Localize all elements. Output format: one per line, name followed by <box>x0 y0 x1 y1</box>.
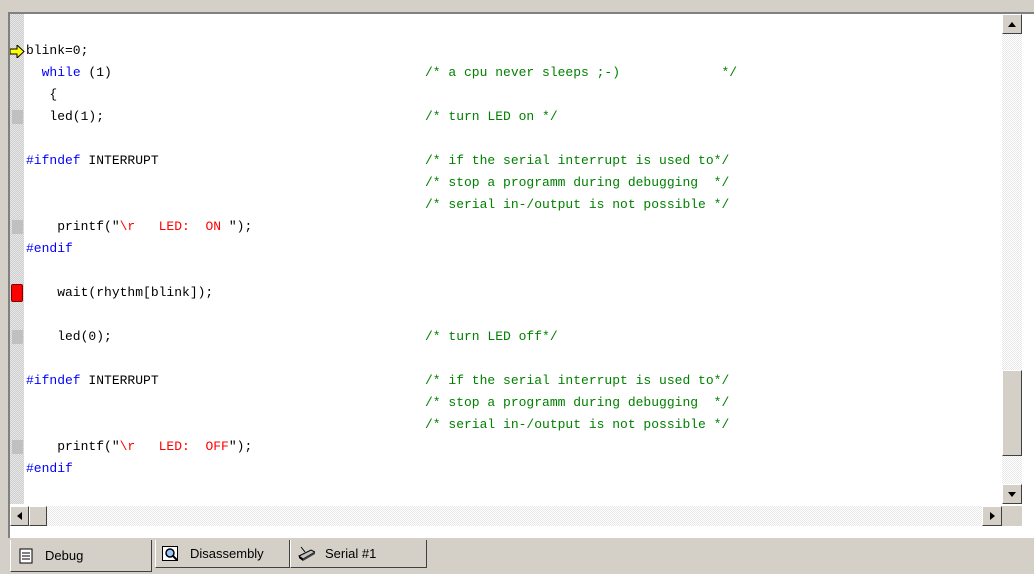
code-text: #endif <box>26 241 73 256</box>
editor-window: blink=0; while (1) /* a cpu never sleeps … <box>8 12 1034 538</box>
vertical-scrollbar[interactable] <box>1002 14 1022 504</box>
scroll-down-button[interactable] <box>1002 484 1022 504</box>
code-line[interactable]: while (1) /* a cpu never sleeps ;-) */ <box>10 62 1000 84</box>
code-line[interactable]: { <box>10 84 1000 106</box>
code-line[interactable]: #endif <box>10 458 1000 480</box>
up-arrow-icon <box>1008 21 1016 27</box>
code-coverage-marker <box>12 440 23 454</box>
code-line[interactable]: wait(rhythm[blink]); <box>10 282 1000 304</box>
code-text: #endif <box>26 461 73 476</box>
code-comment: /* stop a programm during debugging */ <box>425 175 730 190</box>
left-arrow-icon <box>17 512 22 520</box>
code-line[interactable]: printf("\r LED: ON "); <box>10 216 1000 238</box>
code-line[interactable]: /* serial in-/output is not possible */ <box>10 194 1000 216</box>
code-text: wait(rhythm[blink]); <box>26 285 214 300</box>
code-text: printf("\r LED: OFF"); <box>26 439 253 454</box>
code-comment: /* turn LED on */ <box>425 109 558 124</box>
tab-label: Debug <box>45 548 84 563</box>
code-comment: /* stop a programm during debugging */ <box>425 395 730 410</box>
code-line[interactable]: blink=0; <box>10 40 1000 62</box>
tab-serial[interactable]: Serial #1 <box>290 540 427 568</box>
code-coverage-marker <box>12 110 23 124</box>
horizontal-scrollbar[interactable] <box>10 506 1002 526</box>
code-text: #ifndef INTERRUPT <box>26 373 159 388</box>
scrollbar-corner <box>1002 506 1022 526</box>
scroll-up-button[interactable] <box>1002 14 1022 34</box>
tab-debug[interactable]: Debug <box>10 540 152 572</box>
code-comment: /* if the serial interrupt is used to*/ <box>425 153 730 168</box>
code-line[interactable] <box>10 348 1000 370</box>
right-arrow-icon <box>989 512 995 520</box>
document-icon <box>17 547 35 565</box>
code-text: #ifndef INTERRUPT <box>26 153 159 168</box>
code-coverage-marker <box>12 220 23 234</box>
tab-disassembly[interactable]: Disassembly <box>155 540 290 568</box>
code-line[interactable] <box>10 260 1000 282</box>
code-line[interactable]: /* stop a programm during debugging */ <box>10 172 1000 194</box>
vertical-scroll-thumb[interactable] <box>1002 370 1022 456</box>
code-line[interactable] <box>10 128 1000 150</box>
horizontal-scroll-thumb[interactable] <box>29 506 47 526</box>
code-line[interactable]: /* serial in-/output is not possible */ <box>10 414 1000 436</box>
code-line[interactable]: led(1); /* turn LED on */ <box>10 106 1000 128</box>
code-text: led(0); <box>26 329 112 344</box>
code-line[interactable]: /* stop a programm during debugging */ <box>10 392 1000 414</box>
breakpoint-icon[interactable] <box>11 284 23 302</box>
code-line[interactable]: #ifndef INTERRUPT /* if the serial interr… <box>10 150 1000 172</box>
tab-label: Serial #1 <box>325 546 377 561</box>
code-text: printf("\r LED: ON "); <box>26 219 253 234</box>
scroll-right-button[interactable] <box>982 506 1002 526</box>
code-line[interactable]: #endif <box>10 238 1000 260</box>
code-comment: /* turn LED off*/ <box>425 329 558 344</box>
code-line[interactable]: printf("\r LED: OFF"); <box>10 436 1000 458</box>
code-text: blink=0; <box>26 43 89 58</box>
code-line[interactable] <box>10 304 1000 326</box>
tab-bar: Debug Disassembly Serial #1 <box>0 538 1034 574</box>
down-arrow-icon <box>1008 491 1016 497</box>
code-comment: /* serial in-/output is not possible */ <box>425 197 730 212</box>
code-line[interactable]: led(0); /* turn LED off*/ <box>10 326 1000 348</box>
code-text: while (1) <box>41 65 112 80</box>
serial-port-icon <box>297 545 315 563</box>
magnifier-icon <box>162 545 180 563</box>
code-coverage-marker <box>12 330 23 344</box>
code-line[interactable]: #ifndef INTERRUPT /* if the serial interr… <box>10 370 1000 392</box>
code-text: led(1); <box>26 109 105 124</box>
scroll-left-button[interactable] <box>10 506 29 526</box>
tab-label: Disassembly <box>190 546 264 561</box>
code-comment: /* if the serial interrupt is used to*/ <box>425 373 730 388</box>
code-comment: /* serial in-/output is not possible */ <box>425 417 730 432</box>
code-view[interactable]: blink=0; while (1) /* a cpu never sleeps … <box>10 14 1000 504</box>
code-comment: /* a cpu never sleeps ;-) */ <box>425 65 738 80</box>
code-text: { <box>26 87 58 102</box>
